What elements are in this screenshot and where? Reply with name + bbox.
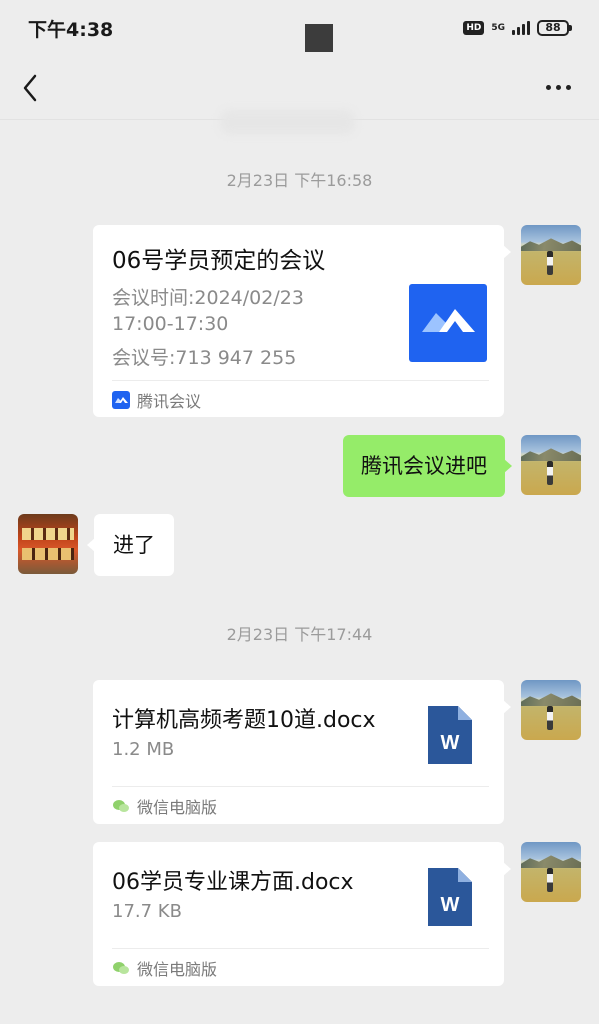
sent-message-text: 腾讯会议进吧: [361, 454, 487, 478]
message-timestamp: 2月23日 下午16:58: [226, 171, 373, 190]
received-message-text: 进了: [113, 533, 155, 557]
card-divider: [112, 380, 489, 381]
tencent-meeting-small-icon: [112, 391, 130, 409]
meeting-time: 会议时间:2024/02/23: [112, 287, 304, 309]
hd-badge: HD: [463, 21, 485, 35]
status-indicators: HD 5G 88: [463, 20, 572, 36]
received-message-bubble[interactable]: 进了: [87, 514, 174, 576]
wechat-icon: [113, 800, 129, 812]
battery-icon: 88: [537, 20, 572, 36]
chat-title-redacted: [305, 24, 333, 52]
message-timestamp: 2月23日 下午17:44: [226, 625, 373, 644]
card-divider: [112, 948, 489, 949]
status-bar: 下午4:38 HD 5G 88: [0, 0, 599, 56]
file-name: 计算机高频考题10道.docx: [112, 708, 376, 733]
card-source: 腾讯会议: [112, 388, 201, 412]
self-avatar[interactable]: [521, 435, 581, 495]
status-time: 下午4:38: [28, 18, 114, 41]
meeting-range: 17:00-17:30: [112, 313, 229, 335]
wechat-icon: [113, 962, 129, 974]
card-source: 微信电脑版: [112, 956, 217, 980]
file-name: 06学员专业课方面.docx: [112, 870, 354, 895]
more-dots-icon[interactable]: [546, 85, 577, 90]
file-card[interactable]: 06学员专业课方面.docx 17.7 KB W 微信电脑版: [93, 842, 511, 986]
chevron-left-icon[interactable]: [22, 74, 38, 102]
tencent-meeting-logo-icon: [409, 284, 487, 362]
card-source-label: 微信电脑版: [137, 960, 218, 979]
meeting-title: 06号学员预定的会议: [112, 248, 326, 274]
contact-avatar[interactable]: [18, 514, 78, 574]
battery-level: 88: [545, 21, 561, 34]
signal-icon: [512, 21, 530, 35]
self-avatar[interactable]: [521, 842, 581, 902]
file-card[interactable]: 计算机高频考题10道.docx 1.2 MB W 微信电脑版: [93, 680, 511, 824]
file-size: 17.7 KB: [112, 901, 182, 922]
card-divider: [112, 786, 489, 787]
word-document-icon: W: [428, 868, 472, 926]
svg-text:W: W: [441, 894, 460, 916]
meeting-id: 会议号:713 947 255: [112, 347, 297, 369]
card-source-label: 微信电脑版: [137, 798, 218, 817]
file-size: 1.2 MB: [112, 739, 175, 760]
meeting-card[interactable]: 06号学员预定的会议 会议时间:2024/02/23 17:00-17:30 会…: [93, 225, 511, 417]
sent-message-bubble[interactable]: 腾讯会议进吧: [343, 435, 512, 497]
word-document-icon: W: [428, 706, 472, 764]
network-type-label: 5G: [491, 22, 505, 33]
self-avatar[interactable]: [521, 225, 581, 285]
svg-text:W: W: [441, 732, 460, 754]
card-source-label: 腾讯会议: [137, 392, 202, 411]
card-source: 微信电脑版: [112, 794, 217, 818]
self-avatar[interactable]: [521, 680, 581, 740]
header-shadow: [220, 110, 355, 134]
